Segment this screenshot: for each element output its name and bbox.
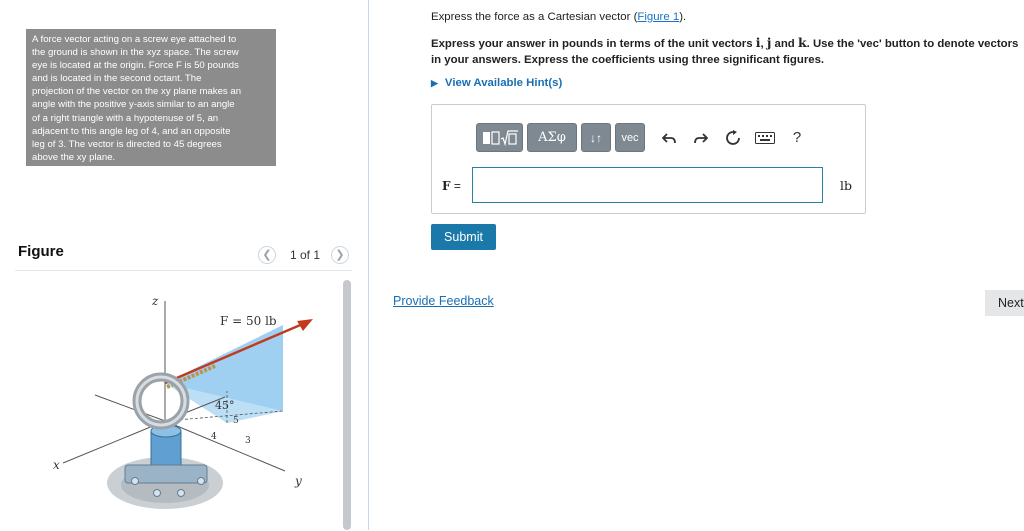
problem-statement: A force vector acting on a screw eye att…: [26, 29, 276, 166]
provide-feedback-link[interactable]: Provide Feedback: [393, 294, 494, 308]
prompt-suffix: ).: [679, 11, 687, 23]
bolt: [131, 477, 139, 485]
problem-line: and is located in the second octant. The: [32, 73, 202, 85]
caret-right-icon: ▶: [431, 77, 438, 88]
bolt: [177, 489, 185, 497]
prompt-text: Express the force as a Cartesian vector …: [431, 11, 638, 23]
leg-3-label: 3: [245, 436, 251, 446]
angle-label: 45°: [215, 399, 235, 412]
subscript-superscript-button[interactable]: ↓↑: [581, 123, 611, 152]
problem-line: angle with the positive y-axis similar t…: [32, 99, 235, 111]
equals-sign: =: [450, 179, 461, 193]
undo-button[interactable]: [657, 123, 681, 152]
reset-button[interactable]: [721, 123, 745, 152]
view-hints-link[interactable]: ▶ View Available Hint(s): [431, 77, 562, 89]
arrows-label: ↓↑: [590, 130, 602, 145]
problem-line: of a right triangle with a hypotenuse of…: [32, 112, 219, 124]
page-label: 1 of 1: [290, 248, 321, 262]
help-icon: ?: [792, 129, 802, 146]
eye-ring-inner: [135, 375, 187, 427]
problem-line: the ground is shown in the xyz space. Th…: [32, 47, 239, 59]
question-prompt: Express the force as a Cartesian vector …: [431, 11, 686, 23]
templates-button[interactable]: [476, 123, 523, 152]
problem-line: leg of 3. The vector is directed to 45 d…: [32, 138, 222, 150]
force-diagram: z x y F = 50 lb 45° 5 4 3: [53, 294, 313, 509]
figure-link[interactable]: Figure 1: [637, 11, 679, 23]
problem-line: adjacent to this angle leg of 4, and an …: [32, 125, 231, 137]
variable-f: F: [442, 179, 451, 193]
templates-icon: [482, 129, 518, 146]
bolt: [153, 489, 161, 497]
hints-label: View Available Hint(s): [444, 77, 563, 89]
force-label: F = 50 lb: [220, 314, 277, 328]
math-toolbar: ΑΣφ ↓↑ vec ?: [476, 123, 809, 152]
next-button[interactable]: Next: [985, 290, 1024, 316]
redo-icon: [694, 132, 708, 143]
figure-area: z x y F = 50 lb 45° 5 4 3: [15, 270, 352, 531]
submit-button[interactable]: Submit: [431, 224, 496, 250]
bolt: [197, 477, 205, 485]
figure-title: Figure: [18, 243, 64, 260]
greek-symbols-button[interactable]: ΑΣφ: [527, 123, 577, 152]
right-panel: Express the force as a Cartesian vector …: [369, 0, 1024, 530]
instruction-text: Express your answer in pounds in terms o…: [431, 38, 756, 50]
vec-label: vec: [621, 131, 639, 144]
prev-page-button[interactable]: ❮: [258, 246, 276, 264]
z-axis-label: z: [151, 294, 159, 308]
x-axis: [62, 420, 166, 464]
answer-input[interactable]: [472, 167, 823, 203]
problem-line: A force vector acting on a screw eye att…: [32, 34, 237, 45]
answer-box: ΑΣφ ↓↑ vec ? F = lb: [431, 104, 866, 214]
x-axis-back: [94, 394, 166, 422]
problem-line: eye is located at the origin. Force F is…: [32, 60, 239, 72]
problem-line: above the xy plane.: [32, 151, 116, 163]
chevron-left-icon: ❮: [262, 249, 272, 261]
vec-button[interactable]: vec: [615, 123, 645, 152]
help-button[interactable]: ?: [785, 123, 809, 152]
keyboard-button[interactable]: [753, 123, 777, 152]
unit-label: lb: [840, 178, 852, 193]
answer-variable-label: F =: [442, 179, 461, 193]
figure-pager: ❮ 1 of 1 ❯: [258, 246, 350, 264]
y-axis-label: y: [294, 474, 302, 488]
problem-line: projection of the vector on the xy plane…: [32, 86, 242, 98]
figure-scrollbar[interactable]: [343, 280, 351, 530]
x-axis-label: x: [53, 458, 60, 472]
leg-4-label: 4: [211, 432, 217, 442]
left-panel: A force vector acting on a screw eye att…: [0, 0, 369, 530]
keyboard-icon: [755, 131, 775, 144]
next-page-button[interactable]: ❯: [331, 246, 350, 264]
unit-vector-k: k: [797, 35, 807, 50]
chevron-right-icon: ❯: [335, 249, 345, 261]
greek-label: ΑΣφ: [538, 130, 566, 145]
undo-icon: [662, 132, 676, 143]
reset-icon: [726, 129, 740, 145]
redo-button[interactable]: [689, 123, 713, 152]
answer-instructions: Express your answer in pounds in terms o…: [431, 35, 1021, 68]
instruction-sep: and: [771, 38, 798, 50]
hypotenuse-label: 5: [233, 416, 239, 426]
